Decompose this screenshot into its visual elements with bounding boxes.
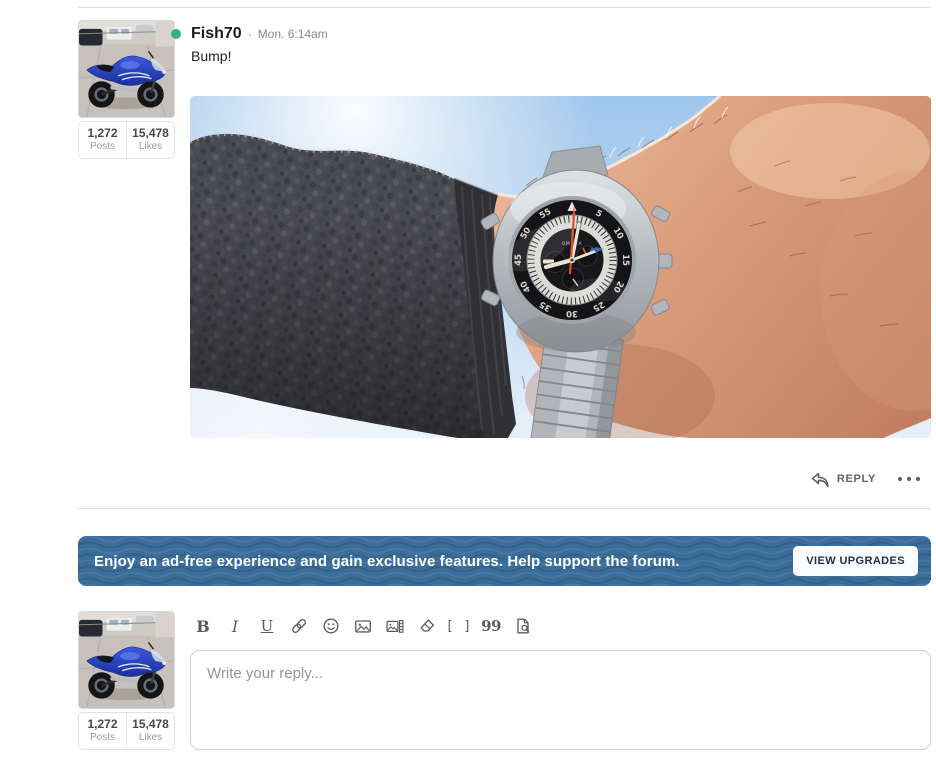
more-options-button[interactable] [896, 469, 922, 489]
posts-stat[interactable]: 1,272 Posts [79, 122, 127, 158]
reply-button[interactable]: REPLY [810, 470, 876, 489]
svg-text:15: 15 [620, 254, 630, 266]
composer-avatar[interactable] [78, 611, 175, 709]
post-action-bar: REPLY [810, 468, 922, 490]
banner-message: Enjoy an ad-free experience and gain exc… [94, 553, 680, 570]
bold-button[interactable]: B [193, 614, 213, 638]
preview-document-icon [513, 615, 533, 637]
remove-formatting-button[interactable] [417, 614, 437, 638]
composer-user-stats: 1,272 Posts 15,478 Likes [78, 712, 175, 750]
upgrade-promo-banner: Enjoy an ad-free experience and gain exc… [78, 536, 931, 586]
online-indicator [171, 29, 181, 39]
posts-label: Posts [90, 141, 115, 153]
eraser-icon [417, 615, 437, 637]
posts-count: 1,272 [87, 718, 117, 732]
insert-gallery-button[interactable] [385, 614, 405, 638]
insert-image-button[interactable] [353, 614, 373, 638]
ellipsis-icon [896, 469, 922, 489]
reply-textarea[interactable] [190, 650, 931, 750]
quote-button[interactable]: 99 [481, 614, 501, 638]
forum-thread-page: { "user": { "name": "Fish70", "status": … [0, 0, 936, 762]
motorcycle-avatar-image [79, 21, 174, 117]
section-divider [78, 508, 931, 509]
svg-text:30: 30 [566, 308, 578, 318]
code-button[interactable]: [ ] [449, 614, 469, 638]
likes-stat[interactable]: 15,478 Likes [127, 122, 174, 158]
author-avatar[interactable] [78, 20, 175, 118]
post-header: Fish70 · Mon. 6:14am [191, 25, 328, 43]
editor-toolbar: B I U [193, 612, 533, 640]
image-icon [353, 615, 373, 637]
wristwatch-photo-illustration: 5 10 15 20 25 30 35 40 45 50 55 OMEGA [190, 96, 931, 438]
insert-link-button[interactable] [289, 614, 309, 638]
preview-button[interactable] [513, 614, 533, 638]
reply-label: REPLY [837, 473, 876, 485]
header-separator: · [248, 27, 252, 41]
smiley-icon [321, 615, 341, 637]
post-image[interactable]: 5 10 15 20 25 30 35 40 45 50 55 OMEGA [190, 96, 931, 438]
view-upgrades-button[interactable]: VIEW UPGRADES [793, 546, 918, 576]
emoji-button[interactable] [321, 614, 341, 638]
top-divider [78, 7, 931, 8]
link-icon [289, 615, 309, 637]
author-username[interactable]: Fish70 [191, 25, 242, 43]
likes-count: 15,478 [132, 127, 169, 141]
post-body-text: Bump! [191, 48, 231, 64]
likes-label: Likes [139, 732, 162, 744]
underline-button[interactable]: U [257, 614, 277, 638]
likes-count: 15,478 [132, 718, 169, 732]
reply-arrow-icon [810, 470, 830, 489]
posts-stat[interactable]: 1,272 Posts [79, 713, 127, 749]
italic-button[interactable]: I [225, 614, 245, 638]
author-stats: 1,272 Posts 15,478 Likes [78, 121, 175, 159]
gallery-icon [385, 615, 405, 637]
posts-label: Posts [90, 732, 115, 744]
posts-count: 1,272 [87, 127, 117, 141]
post-timestamp[interactable]: Mon. 6:14am [258, 27, 328, 41]
motorcycle-avatar-image [79, 612, 174, 708]
likes-label: Likes [139, 141, 162, 153]
likes-stat[interactable]: 15,478 Likes [127, 713, 174, 749]
